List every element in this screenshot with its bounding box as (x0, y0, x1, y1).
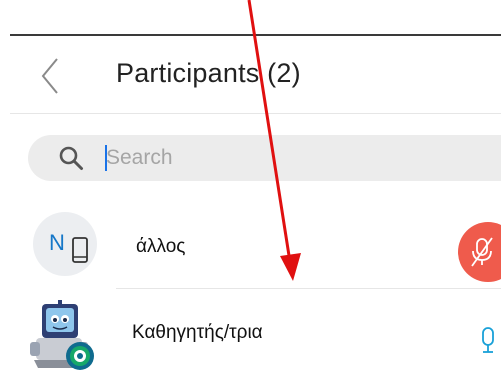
header: Participants (2) (0, 36, 501, 114)
participant-row[interactable]: N άλλος (0, 206, 501, 289)
mic-muted-button[interactable] (458, 222, 501, 282)
robot-avatar (30, 300, 94, 370)
participant-name: Καθηγητής/τρια (132, 322, 263, 343)
participant-row[interactable]: Καθηγητής/τρια (0, 290, 501, 370)
phone-icon (72, 237, 88, 263)
search-bar[interactable] (28, 135, 501, 181)
mic-icon[interactable] (480, 326, 496, 354)
page-title: Participants (2) (116, 58, 301, 88)
search-icon (59, 146, 83, 170)
back-button[interactable] (30, 56, 70, 96)
mic-off-icon (471, 237, 493, 267)
header-divider (10, 113, 501, 114)
row-divider (116, 288, 501, 289)
chevron-left-icon (41, 58, 58, 94)
search-input[interactable] (106, 135, 486, 181)
avatar-letter: N (49, 230, 65, 255)
avatar: N (33, 212, 97, 276)
text-cursor (105, 145, 107, 171)
participant-name: άλλος (136, 236, 186, 257)
participants-screen: Participants (2) N άλλος (0, 0, 501, 372)
